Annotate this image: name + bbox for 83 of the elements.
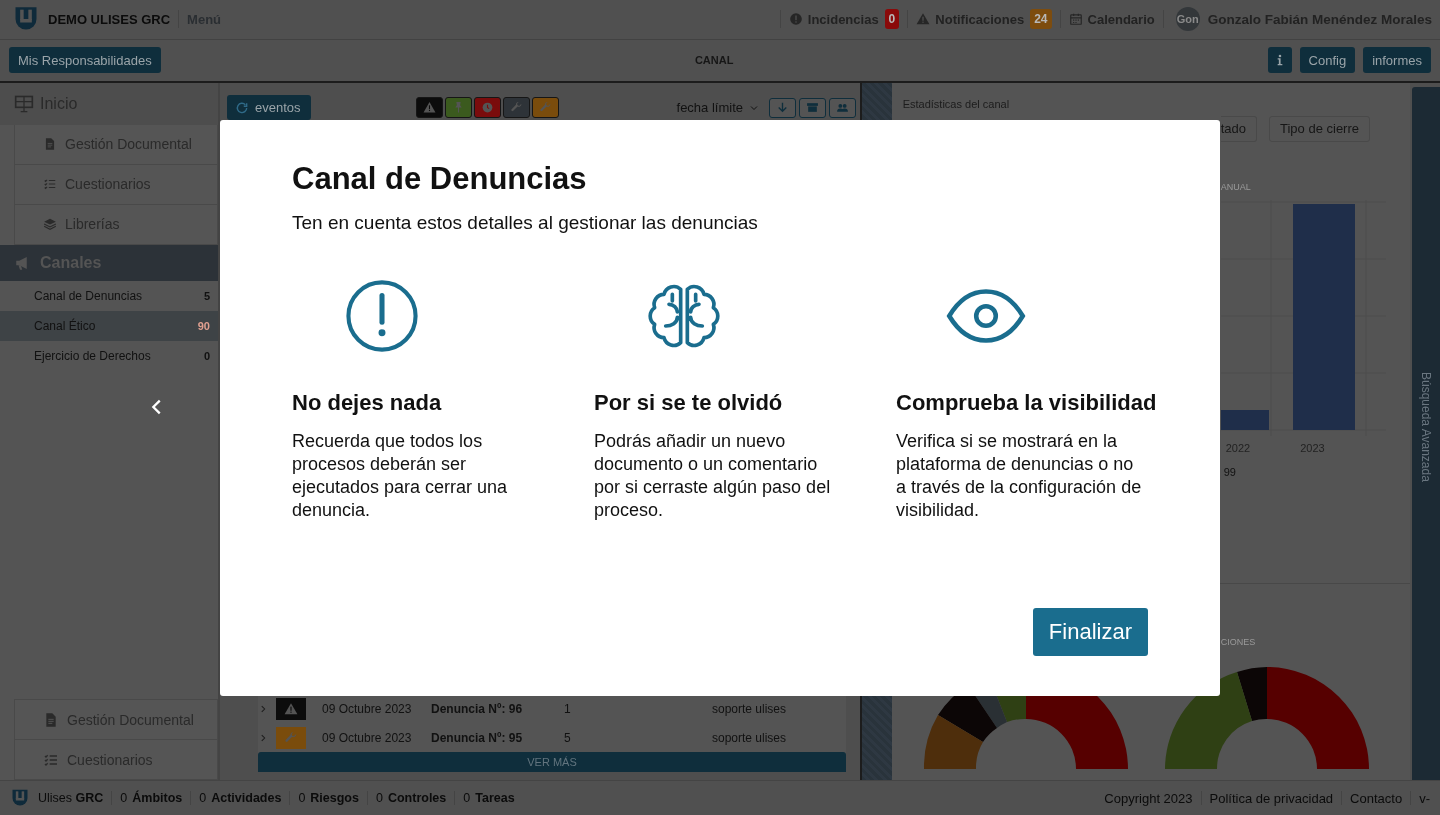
chart-caption: CIONES	[1220, 636, 1256, 647]
brand-name: DEMO ULISES GRC	[48, 11, 171, 27]
filter-button[interactable]	[531, 97, 559, 119]
footer-link[interactable]: Contacto	[1350, 790, 1403, 806]
tip-title: Comprueba la visibilidad	[896, 389, 1158, 417]
filter-button[interactable]	[473, 97, 501, 119]
event-user: soporte ulises	[712, 730, 787, 745]
count-badge: 0	[884, 9, 900, 30]
tab[interactable]: tado	[1220, 115, 1257, 142]
count-label: Tareas	[475, 791, 515, 805]
show-more-button[interactable]: VER MÁS	[258, 752, 846, 773]
refresh-icon	[235, 100, 249, 115]
clock-icon	[480, 101, 494, 115]
warning-icon	[916, 12, 931, 27]
wrench-icon	[284, 730, 298, 745]
filter-button[interactable]	[444, 97, 472, 119]
chart-bar	[1220, 409, 1269, 430]
responsibilities-button[interactable]: Mis Responsabilidades	[9, 47, 161, 74]
tip-title: No dejes nada	[292, 389, 443, 417]
channel-item[interactable]: Ejercicio de Derechos 0	[0, 340, 218, 371]
event-date: 09 Octubre 2023	[322, 730, 413, 745]
chevron-right-icon	[258, 732, 268, 743]
tip-text: Verifica si se mostrará en la plataforma de denuncias o no a través de la configuración de visibilidad.	[896, 430, 1143, 522]
people-icon	[836, 101, 849, 115]
alert-circle-icon	[788, 12, 803, 27]
archive-icon	[806, 101, 819, 115]
tip-text: Podrás añadir un nuevo documento o un comentario por si cerraste algún paso del proceso.	[594, 430, 832, 522]
action-button[interactable]	[799, 97, 826, 118]
footer-link[interactable]: Copyright 2023	[1104, 790, 1193, 806]
monitor-icon	[14, 93, 34, 114]
tip-text: Recuerda que todos los procesos deberán ser ejecutados para cerrar una denuncia.	[292, 430, 509, 522]
action-button[interactable]	[769, 97, 796, 118]
channel-item[interactable]: Canal de Denuncias 5	[0, 280, 218, 311]
warning-icon	[422, 101, 436, 115]
sort-select[interactable]: fecha límite	[676, 100, 760, 116]
advanced-search-tab[interactable]: Búsqueda Avanzada	[1419, 371, 1433, 482]
tip-title: Por si se te olvidó	[594, 389, 784, 417]
event-title: Denuncia Nº: 96	[431, 701, 524, 716]
count-label: Ámbitos	[132, 791, 183, 805]
count-label: 90	[197, 319, 210, 332]
calendar-icon	[1068, 12, 1083, 27]
brand-name: Ulises GRC	[38, 791, 104, 805]
finish-button[interactable]: Finalizar	[1032, 608, 1148, 656]
count-label: Controles	[387, 791, 447, 805]
page-title: CANAL	[694, 54, 734, 67]
toolbar-button[interactable]: Config	[1299, 47, 1356, 74]
filter-button[interactable]	[415, 97, 443, 119]
refresh-button[interactable]: eventos	[227, 95, 311, 121]
warning-icon	[284, 701, 298, 716]
count-value: 0	[199, 791, 207, 805]
layers-icon	[43, 217, 57, 232]
tab[interactable]: Tipo de cierre	[1269, 115, 1370, 142]
event-title: Denuncia Nº: 95	[431, 730, 524, 745]
chart-caption: ANUAL	[1220, 181, 1251, 192]
count-value: 0	[298, 791, 306, 805]
document-icon	[43, 711, 59, 728]
filter-button[interactable]	[502, 97, 530, 119]
event-count: 5	[564, 730, 572, 745]
document-icon	[43, 137, 57, 152]
footer-link[interactable]: Política de privacidad	[1209, 790, 1334, 806]
event-date: 09 Octubre 2023	[322, 701, 413, 716]
checklist-icon	[43, 177, 57, 192]
event-count: 1	[564, 701, 572, 716]
total-value: 99	[1223, 465, 1236, 478]
count-value: 0	[375, 791, 383, 805]
count-value: 0	[463, 791, 471, 805]
dialog-subtitle: Ten en cuenta estos detalles al gestionar las denuncias	[292, 211, 759, 235]
down-arrow-icon	[776, 101, 789, 115]
exclamation-circle-icon	[344, 278, 420, 354]
footer-link[interactable]: v-	[1419, 790, 1430, 806]
toolbar-button[interactable]: informes	[1363, 47, 1431, 74]
info-button[interactable]	[1267, 47, 1292, 74]
count-label: 5	[203, 289, 210, 302]
count-value: 0	[120, 791, 128, 805]
dialog-title: Canal de Denuncias	[292, 160, 588, 198]
avatar: Gon	[1175, 7, 1200, 32]
count-label: Actividades	[211, 791, 282, 805]
action-button[interactable]	[829, 97, 856, 118]
count-label: 0	[203, 349, 210, 362]
event-user: soporte ulises	[712, 701, 787, 716]
chevron-right-icon	[258, 703, 268, 714]
count-label: Riesgos	[310, 791, 359, 805]
count-badge: 24	[1030, 9, 1052, 30]
